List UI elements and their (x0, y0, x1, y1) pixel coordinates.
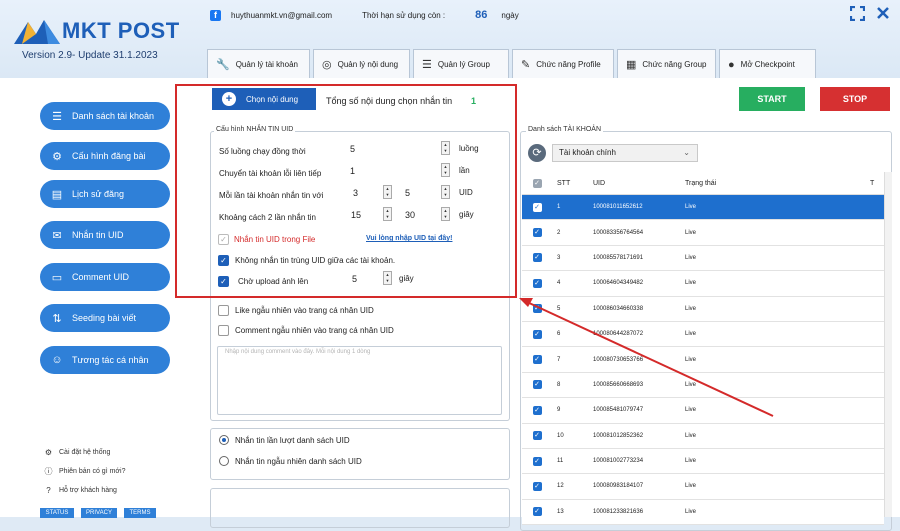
annotation-arrow (519, 298, 774, 417)
